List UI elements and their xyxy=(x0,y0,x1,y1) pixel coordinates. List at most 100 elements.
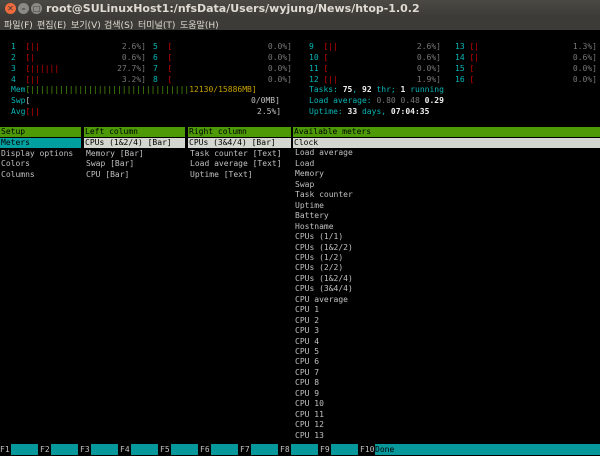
available-meter-item[interactable]: CPU 11 xyxy=(295,410,324,420)
available-meter-item[interactable]: CPU 8 xyxy=(295,378,319,388)
available-meter-item[interactable]: CPU 3 xyxy=(295,326,319,336)
setup-header: Setup xyxy=(0,127,81,137)
fkey-f5[interactable]: F5 xyxy=(160,445,170,454)
fkey-label[interactable] xyxy=(291,444,318,455)
fkey-label[interactable] xyxy=(131,444,158,455)
cpu-number: 2 xyxy=(11,53,26,62)
avg-meter: Avg[|| xyxy=(11,107,40,117)
cpu-bar: [ xyxy=(469,75,475,84)
tasks-line: Tasks: 75, 92 thr; 1 running xyxy=(309,85,444,95)
fkey-f9[interactable]: F9 xyxy=(320,445,330,454)
available-meter-item[interactable]: CPUs (1/2) xyxy=(295,253,343,263)
available-meter-item[interactable]: Hostname xyxy=(295,222,334,232)
fkey-f2[interactable]: F2 xyxy=(40,445,50,454)
swp-value: 0/0MB] xyxy=(251,96,280,105)
tasks-sep: , xyxy=(352,85,362,94)
available-meter-item[interactable]: Memory xyxy=(295,169,324,179)
fkey-label[interactable] xyxy=(11,444,38,455)
cpu-number: 11 xyxy=(309,64,324,73)
available-meter-item[interactable]: Task counter xyxy=(295,190,353,200)
cpu-meter-7: 7 [ xyxy=(153,64,172,74)
setup-item-colors[interactable]: Colors xyxy=(1,159,30,169)
cpu-bar: [ xyxy=(167,64,173,73)
left-column-item[interactable]: Memory [Bar] xyxy=(86,149,144,159)
fkey-f4[interactable]: F4 xyxy=(120,445,130,454)
available-meter-item[interactable]: Battery xyxy=(295,211,329,221)
uptime-line: Uptime: 33 days, 07:04:35 xyxy=(309,107,429,117)
fkey-label[interactable]: Done xyxy=(375,444,600,455)
available-meter-item[interactable]: CPU 4 xyxy=(295,337,319,347)
right-column-item[interactable]: Load average [Text] xyxy=(190,159,282,169)
available-meter-item[interactable]: CPU 6 xyxy=(295,357,319,367)
right-column-item[interactable]: Uptime [Text] xyxy=(190,170,253,180)
fkey-f10[interactable]: F10 xyxy=(360,445,374,454)
fkey-label[interactable] xyxy=(331,444,358,455)
mem-used: 1213 xyxy=(189,85,209,94)
available-meter-item[interactable]: CPU 1 xyxy=(295,305,319,315)
available-meter-item[interactable]: CPU 5 xyxy=(295,347,319,357)
cpu-meter-4: 4 [|| xyxy=(11,75,40,85)
available-meters-header: Available meters xyxy=(293,127,600,137)
fkey-f8[interactable]: F8 xyxy=(280,445,290,454)
uptime-label: Uptime: xyxy=(309,107,348,116)
available-meter-item[interactable]: CPU 2 xyxy=(295,316,319,326)
avg-bar: [|| xyxy=(25,107,40,116)
cpu-number: 7 xyxy=(153,64,168,73)
tasks-label: Tasks: xyxy=(309,85,343,94)
left-column-item[interactable]: Swap [Bar] xyxy=(86,159,134,169)
fkey-label[interactable] xyxy=(251,444,278,455)
available-meter-item[interactable]: Load average xyxy=(295,148,353,158)
available-meter-item[interactable]: CPUs (3&4/4) xyxy=(295,284,353,294)
close-window-button[interactable]: ✕ xyxy=(5,3,16,14)
fkey-f7[interactable]: F7 xyxy=(240,445,250,454)
fkey-label[interactable] xyxy=(211,444,238,455)
terminal-area[interactable]: 1 [|| 2.6%] 2 [| 0.6%] 3 [|||||| 27.7%] 4 [|| 3… xyxy=(0,30,600,456)
available-meter-item[interactable]: CPUs (1/1) xyxy=(295,232,343,242)
cpu-meter-5: 5 [ xyxy=(153,42,172,52)
avg-label: Avg xyxy=(11,107,26,116)
available-meter-item[interactable]: CPU 7 xyxy=(295,368,319,378)
available-meter-item[interactable]: CPU 10 xyxy=(295,399,324,409)
cpu-number: 8 xyxy=(153,75,168,84)
minimize-window-button[interactable]: – xyxy=(18,3,29,14)
available-meter-item[interactable]: CPU 13 xyxy=(295,431,324,441)
fkey-label[interactable] xyxy=(91,444,118,455)
cpu-meter-16: 16 [ xyxy=(455,75,474,85)
cpu-percent: 27.7%] xyxy=(117,64,146,73)
available-meter-item[interactable]: CPU 12 xyxy=(295,420,324,430)
available-meter-item[interactable]: Swap xyxy=(295,180,314,190)
load-5: 0.48 xyxy=(400,96,420,105)
available-meter-item[interactable]: CPU average xyxy=(295,295,348,305)
function-key-bar: F1 F2 F3 F4 F5 F6 F7 F8 F9 F10 Done xyxy=(0,444,600,456)
load-line: Load average: 0.80 0.48 0.29 xyxy=(309,96,444,106)
available-meter-item[interactable]: CPUs (1&2/4) xyxy=(295,274,353,284)
left-column-item[interactable]: CPUs (1&2/4) [Bar] xyxy=(84,138,185,148)
cpu-percent: 0.0%] xyxy=(572,75,597,84)
cpu-bar: [ xyxy=(323,53,329,62)
tasks-thr-label: thr; xyxy=(371,85,401,94)
right-column-item[interactable]: Task counter [Text] xyxy=(190,149,282,159)
fkey-f6[interactable]: F6 xyxy=(200,445,210,454)
fkey-label[interactable] xyxy=(171,444,198,455)
setup-item-meters[interactable]: Meters xyxy=(0,138,81,148)
cpu-meter-10: 10 [ xyxy=(309,53,328,63)
setup-item-display-options[interactable]: Display options xyxy=(1,149,73,159)
maximize-window-button[interactable]: □ xyxy=(31,3,42,14)
available-meter-item[interactable]: Clock xyxy=(293,138,600,148)
left-column-item[interactable]: CPU [Bar] xyxy=(86,170,129,180)
cpu-bar: [ xyxy=(323,64,329,73)
fkey-f3[interactable]: F3 xyxy=(80,445,90,454)
right-column-header: Right column xyxy=(188,127,291,137)
tasks-thr: 92 xyxy=(362,85,372,94)
fkey-f1[interactable]: F1 xyxy=(0,445,10,454)
available-meter-item[interactable]: Uptime xyxy=(295,201,324,211)
available-meter-item[interactable]: CPUs (2/2) xyxy=(295,263,343,273)
available-meter-item[interactable]: CPUs (1&2/2) xyxy=(295,243,353,253)
available-meter-item[interactable]: CPU 9 xyxy=(295,389,319,399)
cpu-number: 10 xyxy=(309,53,324,62)
right-column-item[interactable]: CPUs (3&4/4) [Bar] xyxy=(188,138,291,148)
setup-item-columns[interactable]: Columns xyxy=(1,170,35,180)
fkey-label[interactable] xyxy=(51,444,78,455)
available-meter-item[interactable]: Load xyxy=(295,159,314,169)
cpu-number: 5 xyxy=(153,42,168,51)
